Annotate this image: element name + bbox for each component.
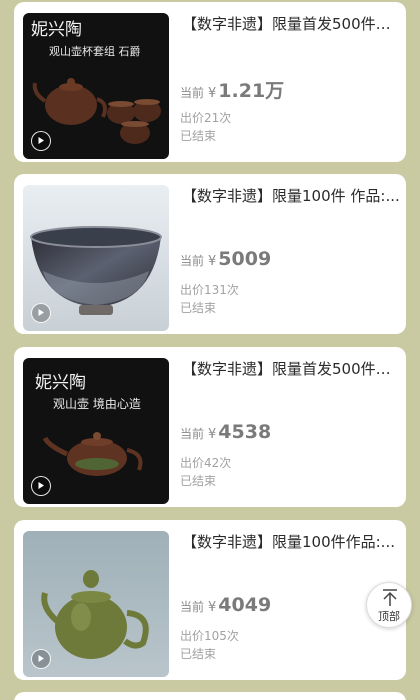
auction-item-card[interactable]: 妮兴陶 观山壶 境由心造 【数字非遗】限量首发500件三... 当前 ¥4538 …	[14, 347, 406, 507]
image-caption-line2: 观山壶杯套组 石爵	[49, 44, 141, 58]
arrow-up-icon	[383, 589, 397, 606]
current-price: 5009	[218, 248, 272, 270]
currency-symbol: ¥	[208, 86, 217, 101]
item-thumbnail[interactable]: 妮兴陶 观山壶 境由心造	[23, 358, 169, 504]
play-video-button[interactable]	[31, 131, 51, 151]
image-caption-line1: 妮兴陶	[31, 20, 82, 40]
play-video-button[interactable]	[31, 476, 51, 496]
play-icon	[38, 137, 44, 144]
image-caption-line1: 妮兴陶	[35, 373, 86, 393]
auction-item-card[interactable]: 妮兴陶 观山壶杯套组 石爵 【数字非遗】限量首发500件三... 当前 ¥1.21…	[14, 2, 406, 162]
currency-symbol: ¥	[208, 254, 217, 269]
auction-item-card[interactable]: 【数字非遗】限量100件 作品:... 当前 ¥5009 出价131次 已结束	[14, 174, 406, 334]
play-icon	[38, 482, 44, 489]
image-caption-line2: 观山壶 境由心造	[53, 396, 141, 411]
play-icon	[38, 655, 44, 662]
item-title[interactable]: 【数字非遗】限量首发500件三...	[182, 14, 402, 34]
auction-status: 已结束	[180, 647, 217, 661]
price-label: 当前	[180, 600, 205, 614]
current-price-row: 当前 ¥5009	[180, 248, 271, 270]
play-icon	[38, 309, 44, 316]
current-price: 4049	[218, 594, 272, 616]
back-to-top-button[interactable]: 顶部	[366, 582, 412, 628]
current-price-row: 当前 ¥1.21万	[180, 76, 284, 103]
back-to-top-label: 顶部	[378, 610, 400, 623]
item-title[interactable]: 【数字非遗】限量首发500件三...	[182, 359, 402, 379]
price-label: 当前	[180, 254, 205, 268]
auction-status: 已结束	[180, 301, 217, 315]
item-thumbnail[interactable]: 妮兴陶 观山壶杯套组 石爵	[23, 13, 169, 159]
bid-count: 出价42次	[180, 456, 232, 470]
currency-symbol: ¥	[208, 600, 217, 615]
item-thumbnail[interactable]	[23, 531, 169, 677]
item-title[interactable]: 【数字非遗】限量100件 作品:...	[182, 186, 402, 206]
price-label: 当前	[180, 427, 205, 441]
play-video-button[interactable]	[31, 303, 51, 323]
item-title[interactable]: 【数字非遗】限量100件作品:...	[182, 532, 402, 552]
current-price: 1.21万	[218, 80, 285, 102]
next-item-card-partial[interactable]	[14, 692, 406, 700]
item-thumbnail[interactable]	[23, 185, 169, 331]
current-price: 4538	[218, 421, 272, 443]
current-price-row: 当前 ¥4538	[180, 421, 271, 443]
bid-count: 出价105次	[180, 629, 239, 643]
current-price-row: 当前 ¥4049	[180, 594, 271, 616]
price-label: 当前	[180, 86, 205, 100]
bid-count: 出价131次	[180, 283, 239, 297]
bid-count: 出价21次	[180, 111, 232, 125]
auction-feed: 妮兴陶 观山壶杯套组 石爵 【数字非遗】限量首发500件三... 当前 ¥1.21…	[0, 0, 420, 700]
auction-status: 已结束	[180, 474, 217, 488]
auction-status: 已结束	[180, 129, 217, 143]
play-video-button[interactable]	[31, 649, 51, 669]
currency-symbol: ¥	[208, 427, 217, 442]
auction-item-card[interactable]: 【数字非遗】限量100件作品:... 当前 ¥4049 出价105次 已结束	[14, 520, 406, 680]
